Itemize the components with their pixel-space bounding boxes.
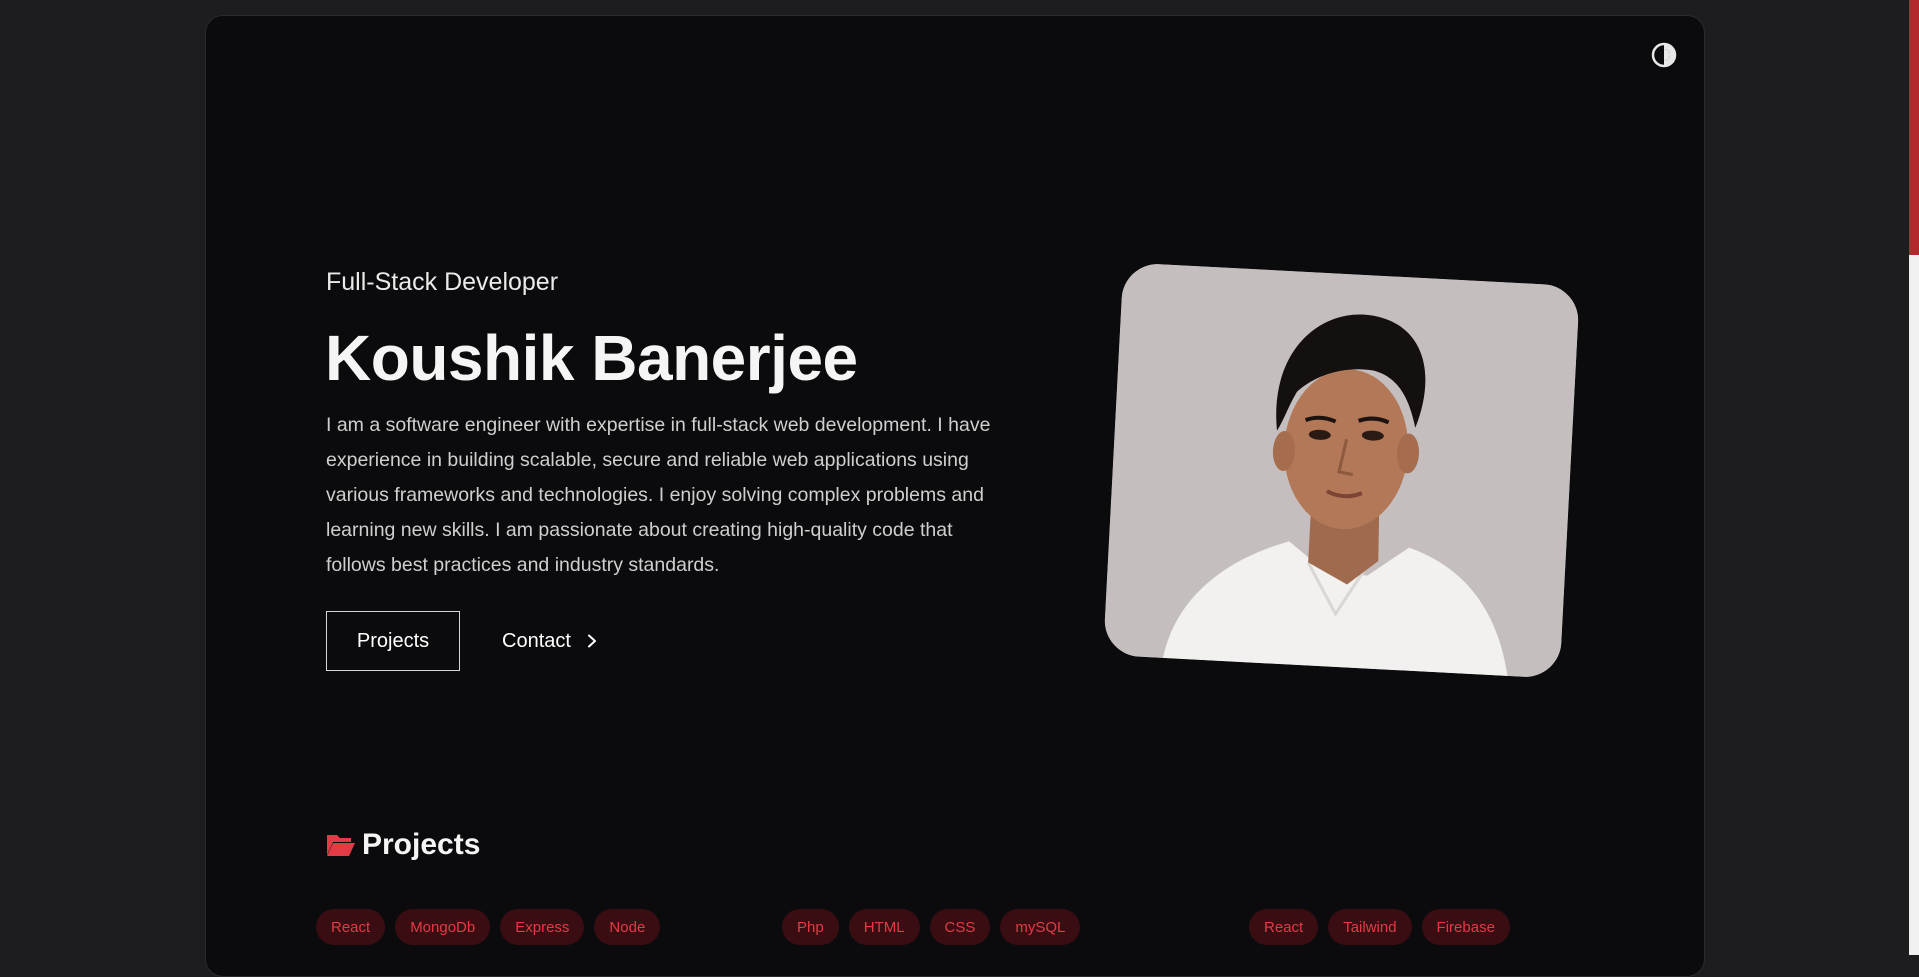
tech-tag: React bbox=[316, 909, 386, 945]
tech-tag: Tailwind bbox=[1328, 909, 1412, 945]
tech-tag: Node bbox=[594, 909, 661, 945]
tech-tag: MongoDb bbox=[395, 909, 491, 945]
hero-bio: I am a software engineer with expertise … bbox=[326, 414, 991, 576]
tech-tag: Express bbox=[500, 909, 585, 945]
projects-section-title: Projects bbox=[362, 828, 481, 861]
tech-tag: React bbox=[1249, 909, 1319, 945]
page-scrollbar[interactable] bbox=[1909, 0, 1919, 955]
tech-tag: CSS bbox=[929, 909, 991, 945]
portfolio-card: Full-Stack Developer Koushik Banerjee I … bbox=[205, 15, 1705, 977]
projects-section-header: Projects bbox=[326, 828, 480, 862]
tech-tag: mySQL bbox=[1000, 909, 1081, 945]
project-card-3-tags: React Tailwind Firebase bbox=[1249, 909, 1510, 945]
hero-subtitle: Full-Stack Developer bbox=[326, 268, 559, 296]
tech-tag: HTML bbox=[848, 909, 920, 945]
tech-tag: Php bbox=[782, 909, 839, 945]
portrait-photo bbox=[1103, 262, 1580, 679]
projects-button[interactable]: Projects bbox=[326, 611, 460, 671]
chevron-right-icon bbox=[587, 634, 596, 648]
projects-button-label: Projects bbox=[356, 629, 430, 652]
contrast-icon[interactable] bbox=[1650, 41, 1678, 69]
scrollbar-thumb[interactable] bbox=[1909, 0, 1919, 255]
folder-open-icon bbox=[327, 835, 355, 856]
contact-button[interactable]: Contact bbox=[502, 611, 599, 671]
project-card-1-tags: React MongoDb Express Node bbox=[316, 909, 661, 945]
project-card-2-tags: Php HTML CSS mySQL bbox=[782, 909, 1081, 945]
hero-name: Koushik Banerjee bbox=[325, 322, 858, 394]
tech-tag: Firebase bbox=[1421, 909, 1510, 945]
contact-button-label: Contact bbox=[502, 629, 571, 652]
